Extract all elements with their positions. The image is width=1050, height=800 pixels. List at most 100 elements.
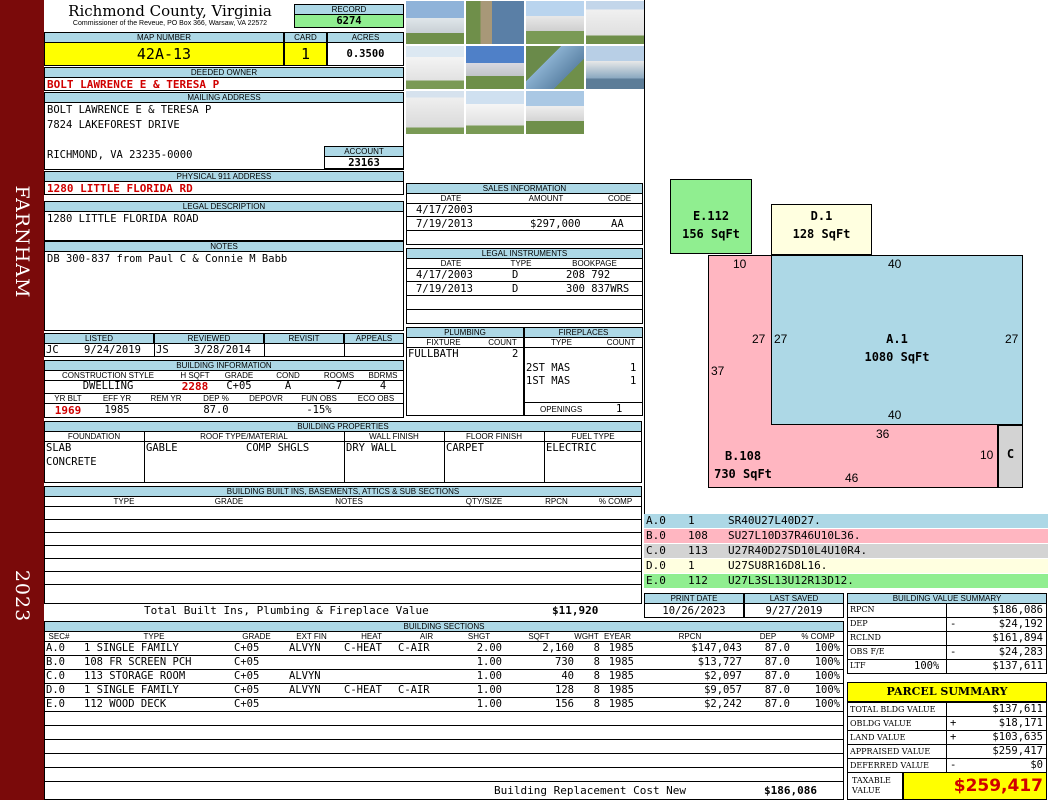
waterfront-photo[interactable] <box>525 45 585 90</box>
section-cell: 100% <box>814 684 840 696</box>
builtins-total: $11,920 <box>552 604 599 617</box>
section-cell: C-HEAT <box>344 642 382 654</box>
last-saved: 9/27/2019 <box>744 603 844 618</box>
section-cell: 1985 <box>608 670 634 682</box>
county-subtitle: Commissioner of the Reveue, PO Box 366, … <box>72 20 268 27</box>
section-cell: 100% <box>814 698 840 710</box>
section-cell: 40 <box>561 670 574 682</box>
value-summary-row: DEP - $24,192 <box>847 617 1047 632</box>
builtins-total-label: Total Built Ins, Plumbing & Fireplace Va… <box>144 604 429 617</box>
section-cell: 2,160 <box>542 642 574 654</box>
sketch-label-e: E.112 156 SqFt <box>682 209 740 241</box>
legend-row: A.0 1 SR40U27L40D27. <box>644 514 1048 528</box>
section-cell: 87.0 <box>764 670 790 682</box>
section-cell: 8 <box>593 656 600 668</box>
section-col-header: TYPE <box>143 632 165 641</box>
house-photo[interactable] <box>465 45 525 90</box>
section-cell: 1985 <box>608 656 634 668</box>
section-cell: 8 <box>593 670 600 682</box>
tax-year: 2023 <box>11 569 33 623</box>
section-cell: 1985 <box>608 698 634 710</box>
parcel-summary-title: PARCEL SUMMARY <box>847 682 1047 702</box>
section-cell: 87.0 <box>764 656 790 668</box>
section-cell: 1.00 <box>476 684 502 696</box>
section-cell: C.0 <box>46 670 65 682</box>
boathouse-photo[interactable] <box>585 45 645 90</box>
record-box: RECORD 6274 <box>294 4 404 28</box>
section-col-header: DEP <box>759 632 777 641</box>
section-cell: 1.00 <box>476 656 502 668</box>
section-cell: 156 <box>555 698 574 710</box>
section-cell: $2,097 <box>704 670 742 682</box>
section-cell: 100% <box>814 656 840 668</box>
section-cell: 8 <box>593 698 600 710</box>
section-cell: 8 <box>593 642 600 654</box>
section-col-header: HEAT <box>361 632 382 641</box>
building-properties: BUILDING PROPERTIES FOUNDATION ROOF TYPE… <box>44 421 642 483</box>
house-photo[interactable] <box>525 90 585 135</box>
section-cell: ALVYN <box>289 642 321 654</box>
value-summary-row: RCLND $161,894 <box>847 631 1047 646</box>
section-col-header: GRADE <box>242 632 271 641</box>
parcel-summary-row: APPRAISED VALUE $259,417 <box>847 744 1047 759</box>
section-col-header: SHGT <box>467 632 491 641</box>
account-number: 23163 <box>324 156 404 169</box>
section-cell: B.0 <box>46 656 65 668</box>
notes-text: DB 300-837 from Paul C & Connie M Babb <box>44 251 404 331</box>
section-cell: 730 <box>555 656 574 668</box>
legend-row: E.0 112 U27L3SL13U12R13D12. <box>644 574 1048 588</box>
house-photo[interactable] <box>405 0 465 45</box>
section-cell: $13,727 <box>697 656 742 668</box>
legend-row: C.0 113 U27R40D27SD10L4U10R4. <box>644 544 1048 558</box>
shed-photo[interactable] <box>585 0 645 45</box>
sales-info: SALES INFORMATION DATE AMOUNT CODE 4/17/… <box>406 183 643 245</box>
building-sketch: E.112 156 SqFt D.1 128 SqFt A.1 1080 SqFt B… <box>644 0 1048 514</box>
value-summary-row: OBS F/E - $24,283 <box>847 645 1047 660</box>
section-cell: C+05 <box>234 642 260 654</box>
parcel-summary-row: TOTAL BLDG VALUE $137,611 <box>847 702 1047 717</box>
legal-instruments: LEGAL INSTRUMENTS DATE TYPE BOOKPAGE 4/1… <box>406 248 643 324</box>
notes-block: NOTES DB 300-837 from Paul C & Connie M … <box>44 241 404 331</box>
section-cell: C+05 <box>234 670 260 682</box>
account-box: ACCOUNT 23163 <box>324 146 404 169</box>
section-cell: C+05 <box>234 684 260 696</box>
building-value-summary: BUILDING VALUE SUMMARY RPCN $186,086 DEP - $… <box>847 593 1047 674</box>
acres-value: 0.3500 <box>327 42 404 66</box>
value-summary-row: LTF 100% $137,611 <box>847 659 1047 674</box>
value-summary-row: RPCN $186,086 <box>847 603 1047 618</box>
section-cell: ALVYN <box>289 684 321 696</box>
mailing-line2: 7824 LAKEFOREST DRIVE <box>47 119 180 131</box>
section-cell: 87.0 <box>764 642 790 654</box>
section-cell: $147,043 <box>691 642 742 654</box>
parcel-summary: PARCEL SUMMARY TOTAL BLDG VALUE $137,611 O… <box>847 682 1047 800</box>
taxable-label: TAXABLE VALUE <box>847 772 903 800</box>
fireplaces: FIREPLACES TYPE COUNT 2ST MAS 1 1ST MAS … <box>524 327 643 416</box>
section-cell: C-HEAT <box>344 684 382 696</box>
taxable-value: $259,417 <box>903 772 1047 800</box>
legend-row: B.0 108 SU27L10D37R46U10L36. <box>644 529 1048 543</box>
shed-photo[interactable] <box>405 90 465 135</box>
section-col-header: SQFT <box>528 632 550 641</box>
section-col-header: RPCN <box>678 632 702 641</box>
section-cell: 1 SINGLE FAMILY <box>84 642 179 654</box>
legend-row: D.0 1 U27SU8R16D8L16. <box>644 559 1048 573</box>
section-cell: $2,242 <box>704 698 742 710</box>
section-cell: 112 WOOD DECK <box>84 698 167 710</box>
mailing-line1: BOLT LAWRENCE E & TERESA P <box>47 104 212 116</box>
section-cell: C-AIR <box>398 642 430 654</box>
legal-block: LEGAL DESCRIPTION 1280 LITTLE FLORIDA RO… <box>44 201 404 241</box>
replacement-cost: $186,086 <box>764 784 817 797</box>
card-number: 1 <box>284 42 327 66</box>
pier-photo[interactable] <box>465 0 525 45</box>
built-ins-table: BUILDING BUILT INS, BASEMENTS, ATTICS & … <box>44 486 642 618</box>
shed-photo[interactable] <box>405 45 465 90</box>
section-cell: 100% <box>814 670 840 682</box>
section-cell: 87.0 <box>764 684 790 696</box>
section-cell: 128 <box>555 684 574 696</box>
shed-photo[interactable] <box>465 90 525 135</box>
photo-gallery <box>405 0 645 182</box>
district-sidebar: FARNHAM 2023 <box>0 0 44 800</box>
deeded-owner: BOLT LAWRENCE E & TERESA P <box>44 77 404 91</box>
house-photo[interactable] <box>525 0 585 45</box>
section-cell: 108 FR SCREEN PCH <box>84 656 192 668</box>
